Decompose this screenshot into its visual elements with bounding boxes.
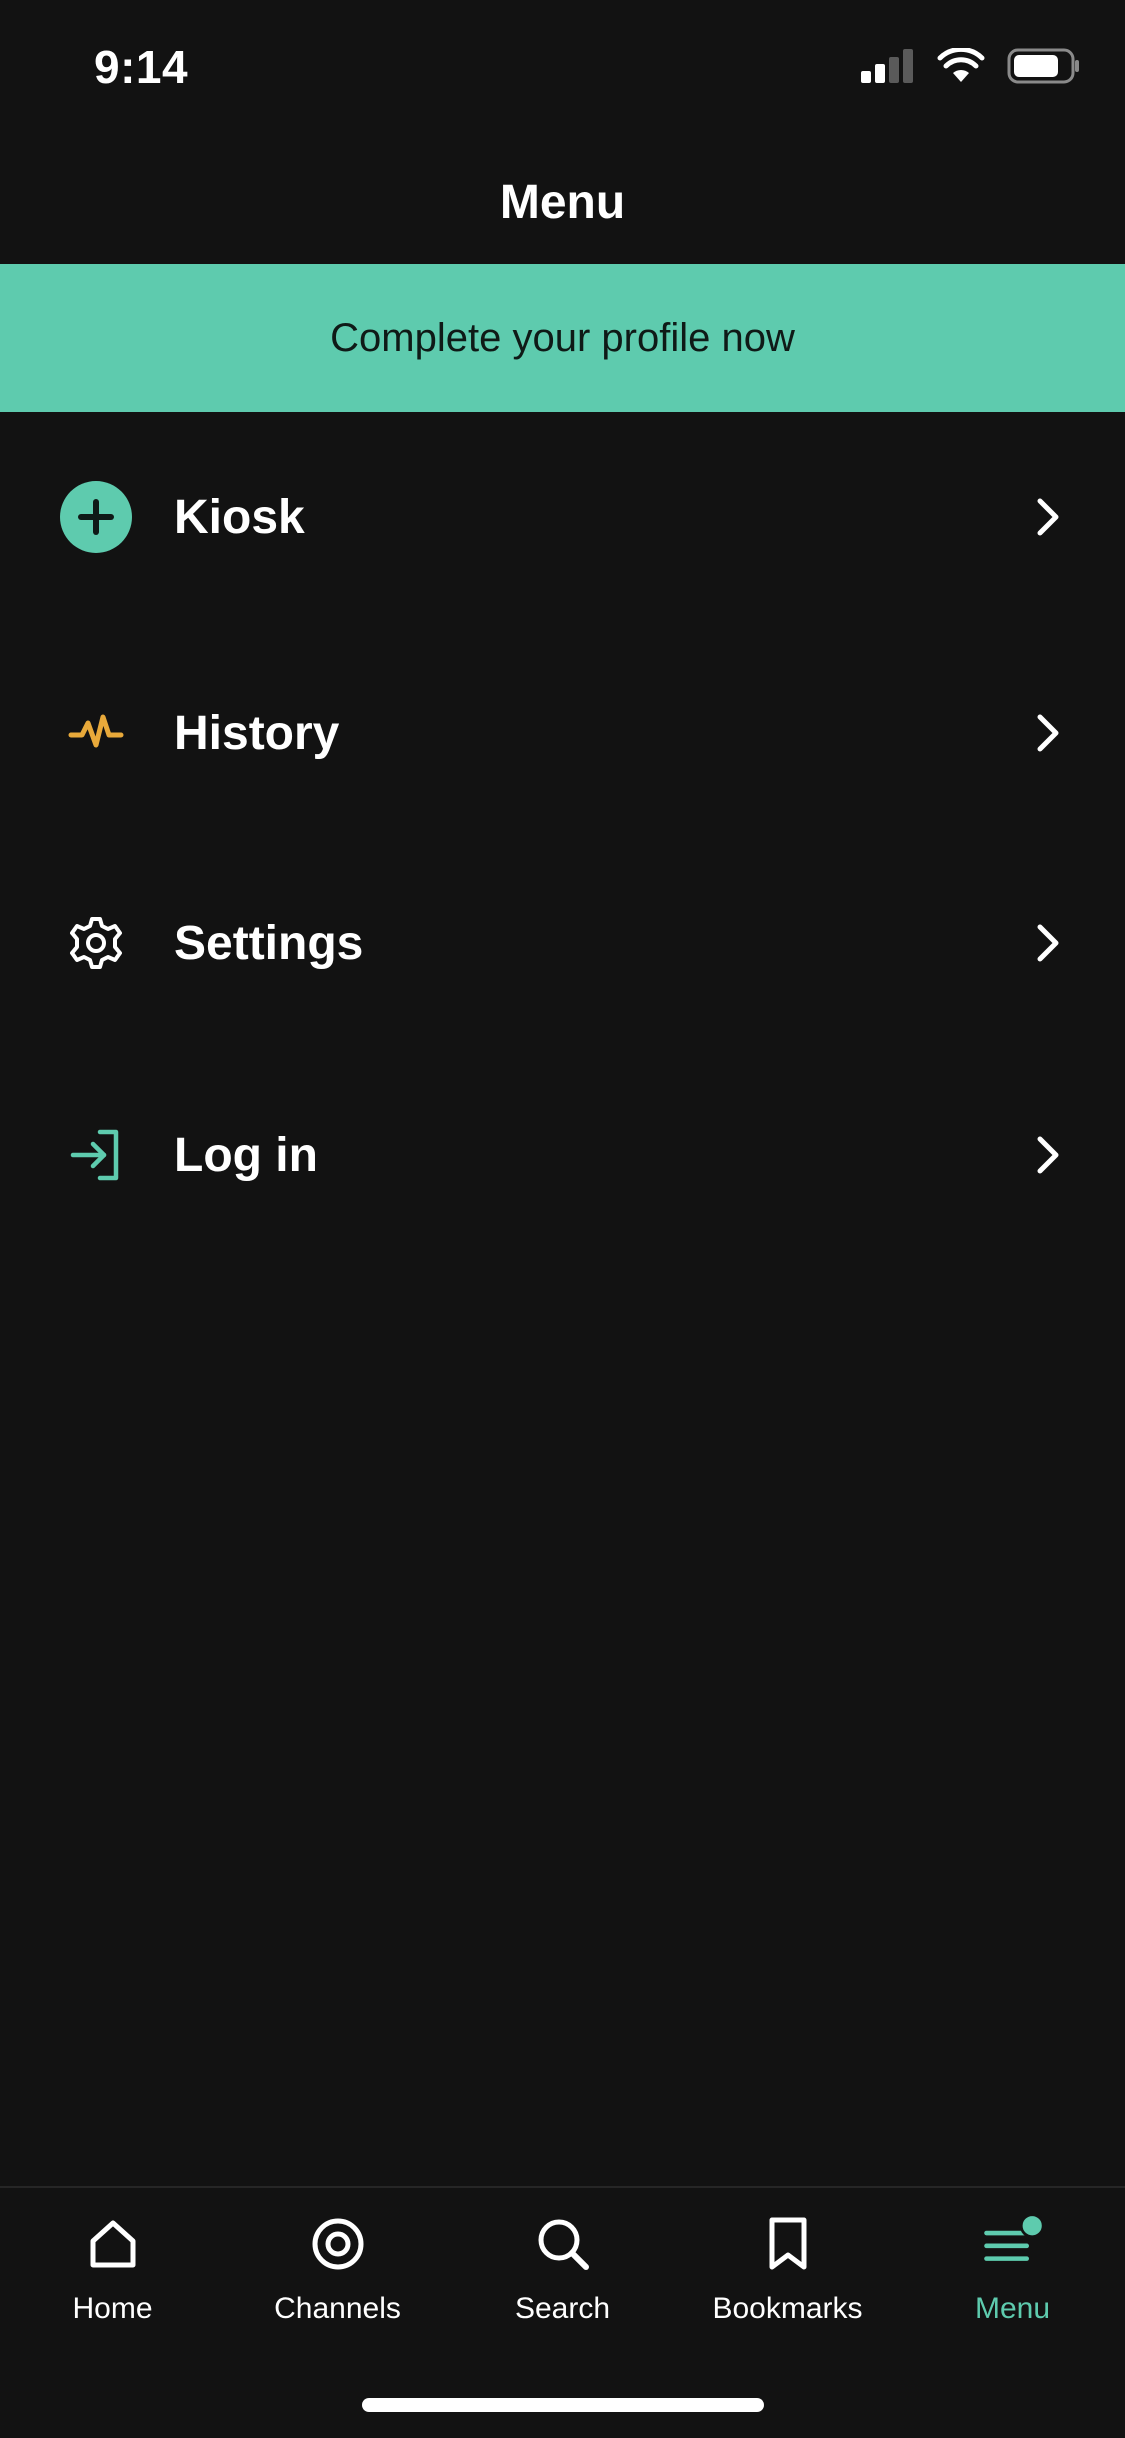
tab-label: Home (72, 2292, 153, 2325)
gear-icon (58, 905, 134, 981)
home-icon (81, 2212, 145, 2276)
menu-item-settings[interactable]: Settings (0, 838, 1125, 1048)
tab-label: Channels (274, 2292, 401, 2325)
title-bar: Menu (0, 140, 1125, 264)
chevron-right-icon (1031, 713, 1065, 753)
tab-bookmarks[interactable]: Bookmarks (675, 2212, 900, 2362)
chevron-right-icon (1031, 1135, 1065, 1175)
menu-item-label: Log in (174, 1128, 318, 1182)
complete-profile-banner[interactable]: Complete your profile now (0, 264, 1125, 412)
channels-target-icon (306, 2212, 370, 2276)
status-bar: 9:14 (0, 0, 1125, 140)
tab-menu[interactable]: Menu (900, 2212, 1125, 2362)
menu-lines-icon (981, 2212, 1045, 2276)
wifi-icon (937, 46, 985, 89)
tab-home[interactable]: Home (0, 2212, 225, 2362)
menu-item-history[interactable]: History (0, 628, 1125, 838)
page-title: Menu (499, 175, 626, 229)
battery-icon (1007, 48, 1081, 89)
search-icon (531, 2212, 595, 2276)
menu-item-kiosk[interactable]: Kiosk (0, 412, 1125, 622)
login-arrow-icon (58, 1117, 134, 1193)
chevron-right-icon (1031, 497, 1065, 537)
status-icons (861, 46, 1081, 89)
tab-search[interactable]: Search (450, 2212, 675, 2362)
chevron-right-icon (1031, 923, 1065, 963)
menu-item-label: Settings (174, 916, 364, 970)
tab-label: Search (514, 2292, 611, 2325)
menu-item-log-in[interactable]: Log in (0, 1050, 1125, 1260)
tab-channels[interactable]: Channels (225, 2212, 450, 2362)
tab-label: Menu (974, 2292, 1051, 2325)
plus-circle-icon (58, 479, 134, 555)
activity-pulse-icon (58, 695, 134, 771)
status-time: 9:14 (94, 41, 189, 93)
bookmark-icon (756, 2212, 820, 2276)
menu-item-label: History (174, 706, 340, 760)
home-indicator (362, 2398, 764, 2412)
menu-item-label: Kiosk (174, 490, 305, 544)
tab-label: Bookmarks (712, 2292, 863, 2325)
cellular-signal-icon (861, 49, 915, 88)
banner-text: Complete your profile now (330, 315, 795, 360)
